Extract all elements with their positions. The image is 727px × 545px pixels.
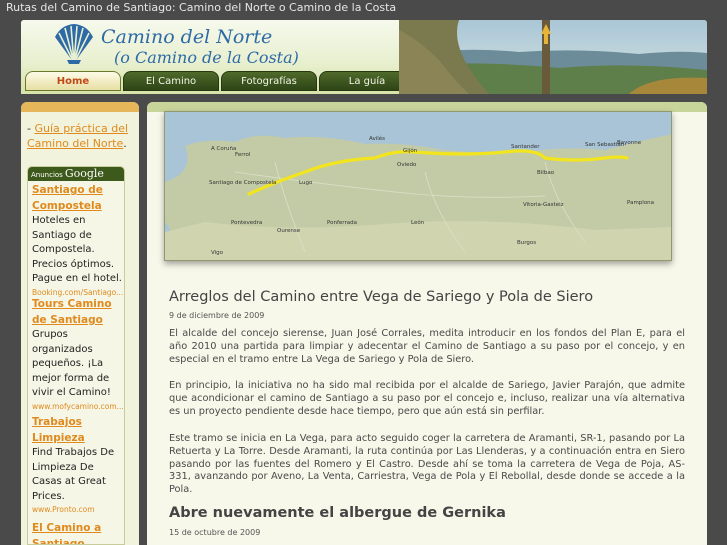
post-title[interactable]: Abre nuevamente el albergue de Gernika bbox=[169, 505, 506, 521]
main-content: A Coruña Ferrol Avilés Gijón Oviedo Sant… bbox=[147, 102, 707, 545]
ad-item: Santiago de Compostela Hoteles en Santia… bbox=[32, 182, 124, 299]
logo-subtitle: (o Camino de la Costa) bbox=[114, 48, 299, 67]
ad-title[interactable]: El Camino a Santiago bbox=[32, 520, 124, 544]
google-ads-box: Anuncios Google Santiago de Compostela Ho… bbox=[27, 166, 125, 545]
map-label: Vigo bbox=[211, 250, 224, 256]
guide-suffix: . bbox=[123, 137, 127, 150]
ads-brand: Google bbox=[64, 167, 104, 180]
ad-body: Hoteles en Santiago de Compostela. Preci… bbox=[32, 215, 122, 284]
map-label: Oviedo bbox=[397, 162, 417, 168]
post-date: 15 de octubre de 2009 bbox=[169, 528, 261, 537]
post-title[interactable]: Arreglos del Camino entre Vega de Sarieg… bbox=[169, 289, 593, 305]
ad-body: Grupos organizados pequeños. ¡La mejor f… bbox=[32, 329, 111, 398]
post-paragraph: Este tramo se inicia en La Vega, para ac… bbox=[169, 433, 685, 496]
ad-url[interactable]: www.mofycamino.com... bbox=[32, 401, 124, 413]
ad-item: Tours Camino de Santiago Grupos organiza… bbox=[32, 296, 124, 413]
map-label: Lugo bbox=[299, 180, 313, 186]
top-bar: Rutas del Camino de Santiago: Camino del… bbox=[0, 0, 727, 18]
map-label: Ponferrada bbox=[327, 220, 357, 226]
nav-tab-home[interactable]: Home bbox=[25, 71, 121, 91]
sidebar-top-strip bbox=[21, 102, 139, 112]
ad-title[interactable]: Trabajos Limpieza bbox=[32, 414, 124, 446]
map-label: Santiago de Compostela bbox=[209, 180, 276, 186]
guide-link-block: - Guía práctica del Camino del Norte. bbox=[27, 121, 137, 151]
map-label: Santander bbox=[511, 144, 540, 150]
post-date: 9 de diciembre de 2009 bbox=[169, 311, 265, 320]
map-label: Avilés bbox=[369, 135, 385, 142]
map-label: Burgos bbox=[517, 240, 536, 246]
site-title: Rutas del Camino de Santiago: Camino del… bbox=[6, 1, 397, 14]
map-label: Pamplona bbox=[627, 200, 654, 206]
left-sidebar: - Guía práctica del Camino del Norte. An… bbox=[21, 102, 139, 545]
nav-tab-fotografias[interactable]: Fotografías bbox=[221, 71, 317, 91]
post-paragraph: El alcalde del concejo sierense, Juan Jo… bbox=[169, 328, 685, 365]
header-landscape-photo bbox=[399, 20, 707, 94]
map-label: Pontevedra bbox=[231, 220, 262, 226]
scallop-shell-icon bbox=[55, 24, 93, 64]
map-label: Ourense bbox=[277, 228, 301, 234]
route-map-svg: A Coruña Ferrol Avilés Gijón Oviedo Sant… bbox=[165, 112, 671, 260]
ad-item: El Camino a Santiago bbox=[32, 520, 124, 544]
route-map: A Coruña Ferrol Avilés Gijón Oviedo Sant… bbox=[164, 111, 672, 261]
guide-link[interactable]: Guía práctica del Camino del Norte bbox=[27, 122, 128, 150]
ads-label: Anuncios bbox=[31, 171, 63, 179]
post-paragraph: En principio, la iniciativa no ha sido m… bbox=[169, 380, 685, 417]
ad-body: Find Trabajos De Limpieza De Casas at Gr… bbox=[32, 447, 115, 502]
map-label: Bayonne bbox=[617, 140, 642, 146]
ads-header: Anuncios Google bbox=[28, 167, 124, 181]
header-banner: Camino del Norte (o Camino de la Costa) … bbox=[21, 20, 415, 94]
ad-title[interactable]: Tours Camino de Santiago bbox=[32, 296, 124, 328]
map-label: Vitoria-Gasteiz bbox=[523, 202, 564, 208]
ad-title[interactable]: Santiago de Compostela bbox=[32, 182, 124, 214]
nav-tab-el-camino[interactable]: El Camino bbox=[123, 71, 219, 91]
map-label: A Coruña bbox=[211, 146, 236, 152]
site-header: Camino del Norte (o Camino de la Costa) … bbox=[21, 20, 707, 94]
map-label: León bbox=[411, 219, 425, 226]
map-label: Bilbao bbox=[537, 170, 555, 176]
logo-title: Camino del Norte bbox=[101, 26, 273, 48]
ad-url[interactable]: www.Pronto.com bbox=[32, 504, 124, 516]
map-label: Gijón bbox=[403, 147, 418, 154]
ad-item: Trabajos Limpieza Find Trabajos De Limpi… bbox=[32, 414, 124, 516]
map-label: Ferrol bbox=[235, 152, 251, 158]
